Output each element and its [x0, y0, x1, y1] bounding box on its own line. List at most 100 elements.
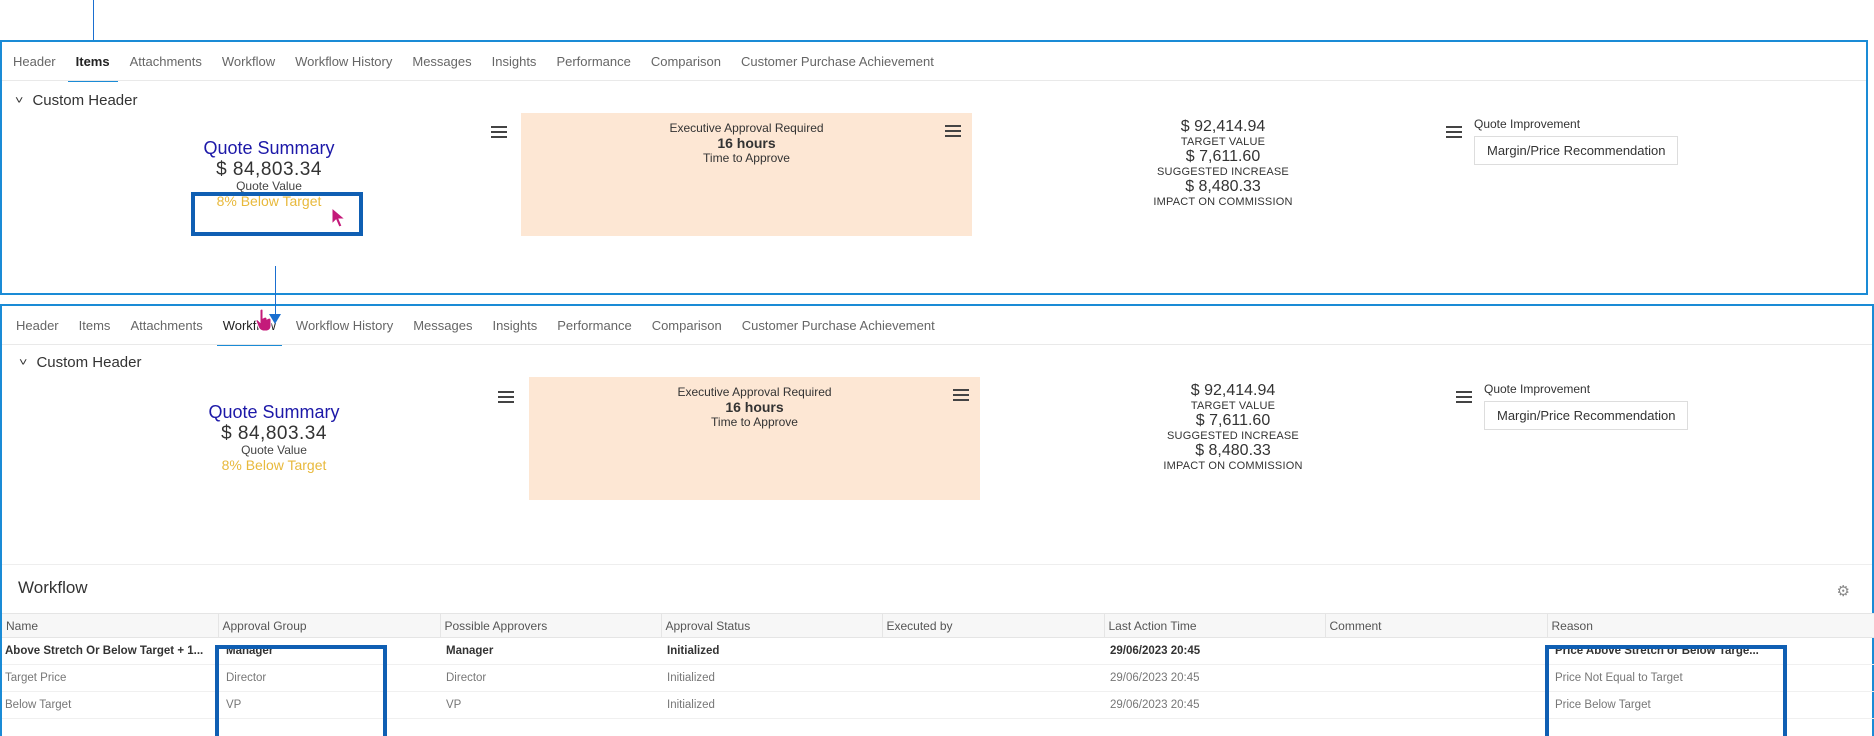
target-value-label: TARGET VALUE — [1190, 400, 1276, 412]
cell-last-action-time: 29/06/2023 20:45 — [1104, 637, 1325, 665]
mouse-pointer-icon — [331, 207, 347, 228]
highlight-reason — [1545, 645, 1787, 736]
cell-last-action-time: 29/06/2023 20:45 — [1104, 691, 1325, 719]
margin-price-recommendation-button[interactable]: Margin/Price Recommendation — [1474, 136, 1679, 165]
target-metrics: $ 92,414.94 TARGET VALUE $ 7,611.60 SUGG… — [1143, 382, 1323, 472]
quote-value-label: Quote Value — [241, 443, 307, 457]
custom-header-toggle[interactable]: ˅ Custom Header — [19, 354, 142, 371]
cell-approval-status: Initialized — [661, 691, 882, 719]
cell-possible-approvers: Manager — [440, 637, 661, 665]
column-header-executed-by[interactable]: Executed by — [882, 613, 1105, 638]
gear-icon[interactable]: ⚙ — [1837, 582, 1850, 600]
panel-top-marker — [1374, 304, 1440, 306]
column-header-comment[interactable]: Comment — [1325, 613, 1548, 638]
cell-name: Above Stretch Or Below Target + 1... — [2, 637, 218, 665]
quote-summary-title: Quote Summary — [208, 402, 340, 422]
approval-time-label: Time to Approve — [711, 415, 798, 429]
target-value: $ 92,414.94 — [1180, 118, 1266, 135]
column-header-approval-status[interactable]: Approval Status — [661, 613, 883, 638]
custom-header-label: Custom Header — [36, 354, 142, 371]
cell-name: Below Target — [2, 691, 218, 719]
approval-required-text: Executive Approval Required — [677, 385, 832, 399]
hand-pointer-icon — [255, 308, 272, 332]
tab-header[interactable]: Header — [2, 42, 66, 78]
tab-messages[interactable]: Messages — [403, 306, 482, 342]
tab-bar: Header Items Attachments Workflow Workfl… — [2, 42, 944, 82]
tab-performance[interactable]: Performance — [546, 42, 640, 78]
highlight-approval-group — [215, 645, 387, 736]
column-header-reason[interactable]: Reason — [1547, 613, 1874, 638]
table-header-row: Name Approval Group Possible Approvers A… — [2, 613, 1874, 638]
approval-time-label: Time to Approve — [703, 151, 790, 165]
column-header-name[interactable]: Name — [2, 613, 219, 638]
menu-icon[interactable] — [1456, 391, 1472, 405]
tab-insights[interactable]: Insights — [482, 306, 547, 342]
menu-icon[interactable] — [498, 391, 514, 405]
tab-comparison[interactable]: Comparison — [642, 306, 732, 342]
column-header-approval-group[interactable]: Approval Group — [218, 613, 441, 638]
tab-performance[interactable]: Performance — [547, 306, 641, 342]
quote-improvement: Quote Improvement Margin/Price Recommend… — [1474, 117, 1679, 165]
quote-summary-title: Quote Summary — [203, 138, 335, 158]
column-header-last-action-time[interactable]: Last Action Time — [1104, 613, 1326, 638]
cell-last-action-time: 29/06/2023 20:45 — [1104, 664, 1325, 692]
custom-header-toggle[interactable]: ˅ Custom Header — [15, 92, 137, 109]
tab-divider — [2, 344, 1872, 345]
tab-divider — [2, 80, 1866, 81]
suggested-increase-label: SUGGESTED INCREASE — [1167, 430, 1299, 442]
chevron-down-icon: ˅ — [15, 94, 24, 107]
cell-executed-by — [882, 664, 1104, 692]
suggested-increase: $ 7,611.60 — [1185, 148, 1261, 165]
tab-items[interactable]: Items — [66, 42, 120, 82]
quote-summary: Quote Summary $ 84,803.34 Quote Value 8%… — [184, 402, 364, 473]
target-metrics: $ 92,414.94 TARGET VALUE $ 7,611.60 SUGG… — [1133, 118, 1313, 208]
cell-approval-status: Initialized — [661, 664, 882, 692]
suggested-increase-label: SUGGESTED INCREASE — [1157, 166, 1289, 178]
target-value-label: TARGET VALUE — [1180, 136, 1266, 148]
suggested-increase: $ 7,611.60 — [1195, 412, 1271, 429]
tab-workflow[interactable]: Workflow — [212, 42, 285, 78]
section-divider — [2, 564, 1872, 565]
cell-comment — [1325, 691, 1547, 719]
column-header-possible-approvers[interactable]: Possible Approvers — [440, 613, 662, 638]
tab-customer-purchase-achievement[interactable]: Customer Purchase Achievement — [731, 42, 944, 78]
tab-workflow-history[interactable]: Workflow History — [285, 42, 402, 78]
menu-icon[interactable] — [491, 126, 507, 140]
cell-comment — [1325, 637, 1547, 665]
below-target-status[interactable]: 8% Below Target — [184, 457, 364, 473]
cell-possible-approvers: VP — [440, 691, 661, 719]
menu-icon[interactable] — [1446, 126, 1462, 140]
chevron-down-icon: ˅ — [19, 356, 28, 369]
cell-executed-by — [882, 637, 1104, 665]
quote-value: $ 84,803.34 — [216, 159, 322, 180]
quote-improvement-label: Quote Improvement — [1474, 117, 1581, 131]
tab-header[interactable]: Header — [2, 306, 69, 342]
tab-attachments[interactable]: Attachments — [120, 306, 212, 342]
menu-icon[interactable] — [953, 389, 969, 403]
tab-workflow-history[interactable]: Workflow History — [286, 306, 403, 342]
cell-possible-approvers: Director — [440, 664, 661, 692]
quote-improvement: Quote Improvement Margin/Price Recommend… — [1484, 382, 1689, 430]
margin-price-recommendation-button[interactable]: Margin/Price Recommendation — [1484, 401, 1689, 430]
panel-items-view: Header Items Attachments Workflow Workfl… — [0, 40, 1868, 295]
panel-top-marker — [1364, 40, 1430, 42]
tab-comparison[interactable]: Comparison — [641, 42, 731, 78]
quote-improvement-label: Quote Improvement — [1484, 382, 1591, 396]
tab-customer-purchase-achievement[interactable]: Customer Purchase Achievement — [732, 306, 945, 342]
tab-items[interactable]: Items — [69, 306, 121, 342]
approval-card: Executive Approval Required 16 hours Tim… — [529, 377, 980, 500]
approval-hours: 16 hours — [725, 399, 784, 415]
cell-name: Target Price — [2, 664, 218, 692]
approval-hours: 16 hours — [717, 135, 776, 151]
tab-insights[interactable]: Insights — [482, 42, 547, 78]
quote-value-label: Quote Value — [236, 179, 302, 193]
commission-impact: $ 8,480.33 — [1195, 442, 1271, 459]
cell-executed-by — [882, 691, 1104, 719]
menu-icon[interactable] — [945, 125, 961, 139]
tab-messages[interactable]: Messages — [402, 42, 481, 78]
approval-required-text: Executive Approval Required — [669, 121, 824, 135]
panel-workflow-view: Header Items Attachments Workflow Workfl… — [0, 304, 1874, 736]
tab-attachments[interactable]: Attachments — [120, 42, 212, 78]
target-value: $ 92,414.94 — [1190, 382, 1276, 399]
cell-approval-status: Initialized — [661, 637, 882, 665]
